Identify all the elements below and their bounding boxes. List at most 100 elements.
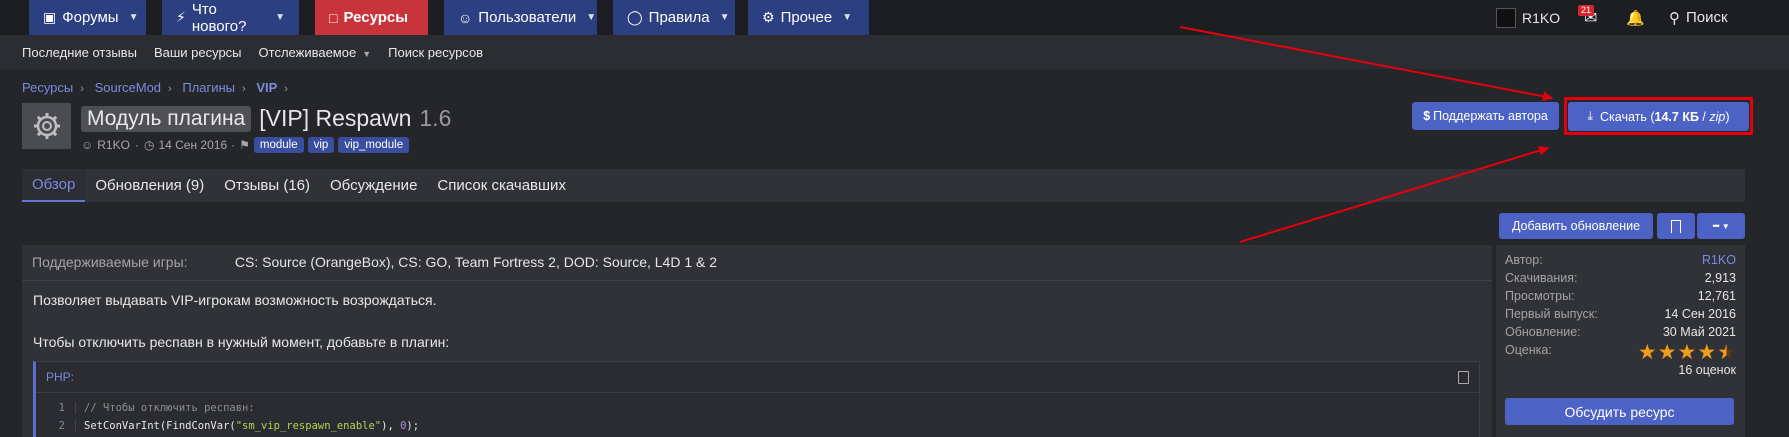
nav-rules-label: Правила: [648, 9, 710, 26]
top-navigation: ▣ Форумы ▼ ⚡ Что нового? ▼ □ Ресурсы ☺ П…: [0, 0, 1789, 35]
tab-discussion[interactable]: Обсуждение: [320, 169, 427, 202]
subnav-watched[interactable]: Отслеживаемое ▼: [259, 45, 372, 60]
subnav-your-resources[interactable]: Ваши ресурсы: [154, 45, 242, 60]
bolt-icon: ⚡: [176, 9, 186, 25]
info-value: 14 Сен 2016: [1664, 307, 1736, 321]
inbox-badge: 21: [1578, 5, 1595, 16]
search-button[interactable]: ⚲ Поиск: [1669, 0, 1728, 35]
info-row-views: Просмотры: 12,761: [1505, 289, 1736, 303]
sub-navigation: Последние отзывы Ваши ресурсы Отслеживае…: [0, 35, 1789, 69]
info-label: Оценка:: [1505, 343, 1552, 357]
chat-icon: ▣: [43, 9, 57, 25]
rating-stars: ★ ★ ★ ★ ★: [1637, 341, 1736, 364]
more-icon: •••: [1712, 221, 1720, 231]
chevron-right-icon: ›: [284, 83, 288, 95]
nav-other[interactable]: ⚙ Прочее ▼: [748, 0, 869, 35]
breadcrumb-item[interactable]: VIP: [256, 80, 277, 95]
supported-games-label: Поддерживаемые игры:: [32, 254, 188, 270]
breadcrumb-item[interactable]: SourceMod: [95, 80, 161, 95]
bookmark-button[interactable]: [1657, 213, 1695, 239]
supported-games-value: CS: Source (OrangeBox), CS: GO, Team For…: [234, 254, 718, 270]
more-options-button[interactable]: ••• ▼: [1697, 213, 1745, 239]
info-row-author: Автор: R1KO: [1505, 253, 1736, 267]
code-lines: 1 // Чтобы отключить респавн: 2 SetConVa…: [36, 393, 1479, 435]
cogs-icon: ⚙: [762, 9, 775, 25]
bookmark-icon: [1671, 219, 1681, 233]
nav-forums-label: Форумы: [62, 9, 119, 26]
nav-resources[interactable]: □ Ресурсы: [315, 0, 428, 35]
nav-members[interactable]: ☺ Пользователи ▼: [444, 0, 597, 35]
chevron-down-icon[interactable]: ▼: [842, 12, 852, 23]
nav-whats-new[interactable]: ⚡ Что нового? ▼: [162, 0, 299, 35]
nav-resources-label: Ресурсы: [343, 9, 409, 26]
tag[interactable]: module: [253, 137, 304, 153]
code-text: );: [406, 420, 420, 432]
tag[interactable]: vip_module: [338, 137, 410, 153]
info-value[interactable]: R1KO: [1702, 253, 1736, 267]
code-string: "sm_vip_respawn_enable": [235, 420, 382, 432]
add-update-button[interactable]: Добавить обновление: [1499, 213, 1653, 239]
user-icon: ☺: [81, 138, 94, 152]
inbox-button[interactable]: ✉ 21: [1578, 0, 1597, 35]
chevron-right-icon: ›: [168, 83, 172, 95]
discuss-resource-button[interactable]: Обсудить ресурс: [1505, 398, 1734, 425]
description-text: Чтобы отключить респавн в нужный момент,…: [33, 334, 450, 350]
nav-other-label: Прочее: [780, 9, 833, 26]
separator: ·: [231, 138, 236, 152]
info-value: 2,913: [1704, 271, 1736, 285]
nav-whats-new-label: Что нового?: [191, 0, 247, 35]
avatar: [1496, 7, 1516, 28]
tab-overview[interactable]: Обзор: [22, 169, 86, 202]
star-icon: ★: [1697, 341, 1717, 364]
dollar-icon: $: [1423, 109, 1431, 123]
chevron-down-icon[interactable]: ▼: [720, 12, 730, 23]
username: R1KO: [1522, 9, 1561, 26]
info-label: Просмотры:: [1505, 289, 1575, 303]
supported-games-row: Поддерживаемые игры: CS: Source (OrangeB…: [32, 254, 717, 270]
account-link[interactable]: R1KO: [1496, 0, 1560, 35]
code-text: ),: [381, 420, 401, 432]
shield-icon: ◯: [627, 9, 643, 25]
resource-author[interactable]: R1KO: [97, 138, 130, 152]
resource-description: Поддерживаемые игры: CS: Source (OrangeB…: [22, 245, 1492, 437]
tab-downloaders[interactable]: Список скачавших: [427, 169, 576, 202]
star-icon: ★: [1637, 341, 1657, 364]
separator: ·: [134, 138, 139, 152]
breadcrumb-item[interactable]: Плагины: [182, 80, 235, 95]
add-update-label: Добавить обновление: [1511, 219, 1641, 233]
nav-forums[interactable]: ▣ Форумы ▼: [29, 0, 146, 35]
tag[interactable]: vip: [307, 137, 335, 153]
alerts-button[interactable]: 🔔: [1626, 0, 1645, 35]
info-row-downloads: Скачивания: 2,913: [1505, 271, 1736, 285]
gear-icon: [33, 113, 60, 139]
support-author-button[interactable]: $ Поддержать автора: [1412, 102, 1559, 130]
copy-icon[interactable]: [1458, 371, 1469, 384]
divider: [22, 280, 1492, 281]
resource-icon: [22, 103, 71, 149]
nav-rules[interactable]: ◯ Правила ▼: [613, 0, 735, 35]
resource-title: [VIP] Respawn: [259, 105, 412, 131]
info-label: Первый выпуск:: [1505, 307, 1598, 321]
breadcrumb-item[interactable]: Ресурсы: [22, 80, 73, 95]
resource-version: 1.6: [419, 105, 452, 131]
resource-info-sidebar: Автор: R1KO Скачивания: 2,913 Просмотры:…: [1496, 245, 1745, 437]
tab-reviews[interactable]: Отзывы (16): [214, 169, 320, 202]
chevron-down-icon[interactable]: ▼: [275, 12, 285, 23]
chevron-down-icon[interactable]: ▼: [129, 12, 139, 23]
tab-updates[interactable]: Обновления (9): [85, 169, 214, 202]
subnav-latest-reviews[interactable]: Последние отзывы: [22, 45, 137, 60]
chevron-down-icon[interactable]: ▼: [586, 12, 596, 23]
description-text: Позволяет выдавать VIP-игрокам возможнос…: [33, 292, 437, 308]
resource-meta: ☺ R1KO · ◷ 14 Сен 2016 · ⚑ module vip vi…: [81, 137, 410, 153]
code-header: PHP:: [36, 362, 1479, 393]
resource-prefix[interactable]: Модуль плагина: [81, 105, 252, 132]
chevron-right-icon: ›: [242, 83, 246, 95]
info-label: Обновление:: [1505, 325, 1581, 339]
bell-icon: 🔔: [1626, 9, 1645, 27]
subnav-search-resources[interactable]: Поиск ресурсов: [388, 45, 483, 60]
chevron-right-icon: ›: [80, 83, 84, 95]
resource-tabs: Обзор Обновления (9) Отзывы (16) Обсужде…: [22, 169, 1745, 202]
breadcrumb: Ресурсы › SourceMod › Плагины › VIP ›: [22, 80, 295, 95]
resource-date: 14 Сен 2016: [158, 138, 228, 152]
users-icon: ☺: [458, 9, 473, 26]
